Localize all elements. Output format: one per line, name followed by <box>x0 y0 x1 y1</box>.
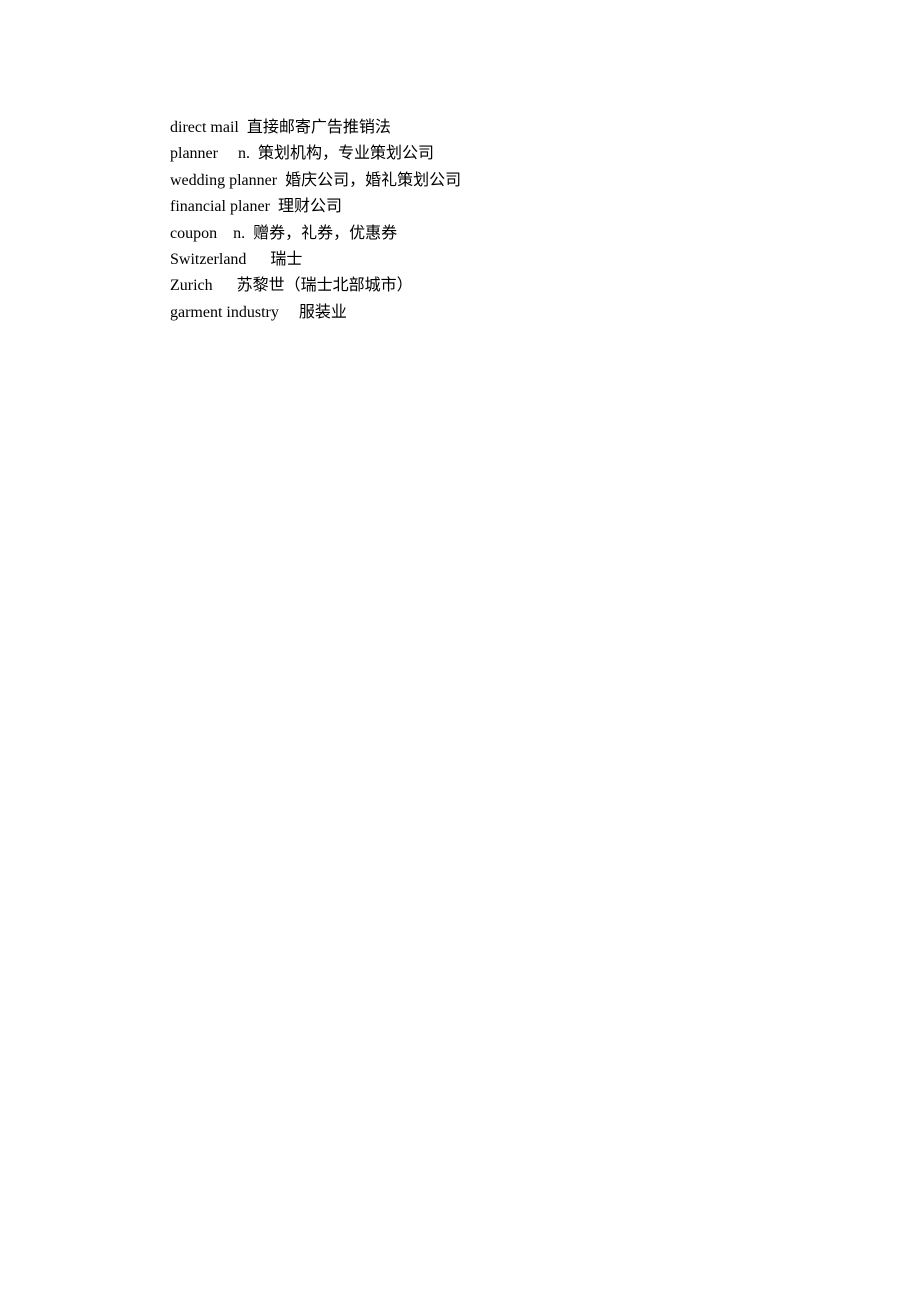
vocab-entry: planner n. 策划机构，专业策划公司 <box>170 141 920 167</box>
vocabulary-list: direct mail 直接邮寄广告推销法 planner n. 策划机构，专业… <box>170 115 920 326</box>
vocab-entry: financial planer 理财公司 <box>170 194 920 220</box>
vocab-entry: Switzerland 瑞士 <box>170 247 920 273</box>
vocab-entry: garment industry 服装业 <box>170 300 920 326</box>
vocab-entry: wedding planner 婚庆公司，婚礼策划公司 <box>170 168 920 194</box>
vocab-entry: Zurich 苏黎世（瑞士北部城市） <box>170 273 920 299</box>
vocab-entry: coupon n. 赠券，礼券，优惠券 <box>170 221 920 247</box>
vocab-entry: direct mail 直接邮寄广告推销法 <box>170 115 920 141</box>
